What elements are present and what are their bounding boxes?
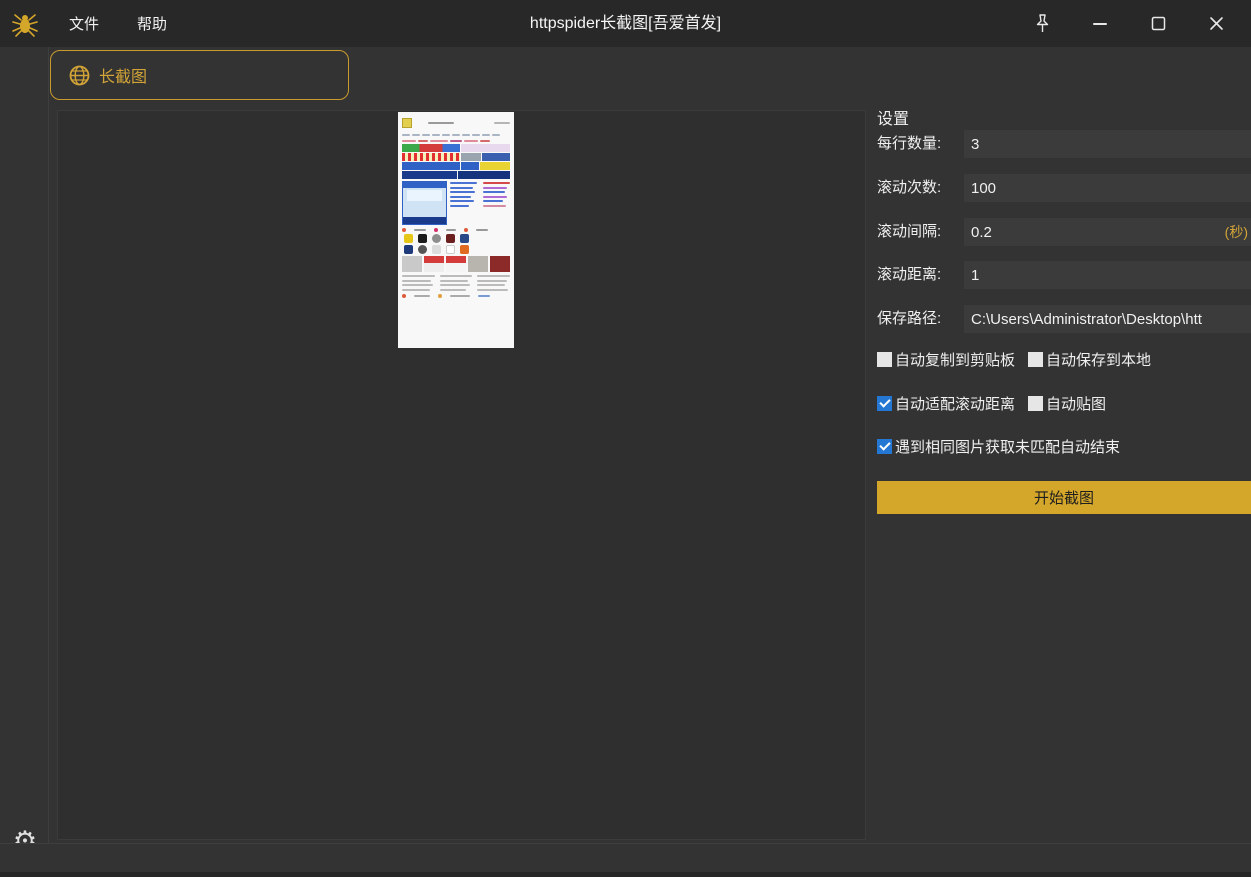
- seconds-unit-label: (秒): [1225, 218, 1248, 246]
- window-controls: [1013, 0, 1245, 47]
- tab-long-screenshot[interactable]: 长截图: [50, 50, 349, 100]
- left-sidebar: ⚙: [0, 47, 49, 843]
- checkbox-box[interactable]: [877, 352, 892, 367]
- checkbox-auto-copy-clipboard[interactable]: 自动复制到剪贴板: [877, 349, 1015, 370]
- thumbnail-navbar: [402, 131, 510, 138]
- thumbnail-footer: [402, 294, 510, 298]
- field-row-scroll-interval: 滚动间隔: (秒): [877, 218, 1251, 246]
- scroll-interval-input[interactable]: [964, 218, 1251, 246]
- checkbox-box[interactable]: [1028, 352, 1043, 367]
- field-row-scroll-count: 滚动次数:: [877, 174, 1251, 202]
- save-path-label: 保存路径:: [877, 305, 941, 333]
- preview-canvas: [57, 110, 866, 840]
- window-bottom-edge: [0, 872, 1251, 877]
- field-row-per-line-count: 每行数量:: [877, 130, 1251, 158]
- checkbox-row-1: 自动复制到剪贴板 自动保存到本地: [877, 350, 1151, 368]
- menu-file[interactable]: 文件: [50, 0, 118, 47]
- pin-button[interactable]: [1013, 0, 1071, 47]
- thumbnail-image-strip: [402, 256, 510, 272]
- globe-icon: [69, 65, 90, 86]
- thumbnail-text-columns: [402, 275, 510, 291]
- per-line-count-label: 每行数量:: [877, 130, 941, 158]
- thumbnail-icon-grid-row1: [404, 234, 510, 243]
- checkbox-auto-fit-scroll-distance[interactable]: 自动适配滚动距离: [877, 393, 1015, 414]
- checkbox-row-2: 自动适配滚动距离 自动贴图: [877, 394, 1106, 412]
- scroll-count-label: 滚动次数:: [877, 174, 941, 202]
- checkbox-auto-save-local[interactable]: 自动保存到本地: [1028, 349, 1151, 370]
- thumbnail-section-headers: [402, 228, 510, 232]
- minimize-button[interactable]: [1071, 0, 1129, 47]
- field-row-scroll-distance: 滚动距离:: [877, 261, 1251, 289]
- checkbox-label: 自动适配滚动距离: [895, 393, 1015, 414]
- menu-help[interactable]: 帮助: [118, 0, 186, 47]
- start-capture-button[interactable]: 开始截图: [877, 481, 1251, 514]
- scroll-count-input[interactable]: [964, 174, 1251, 202]
- app-window: { "titlebar": { "title": "httpspider长截图[…: [0, 0, 1251, 877]
- titlebar: 文件 帮助 httpspider长截图[吾爱首发]: [0, 0, 1251, 47]
- checkbox-label: 自动复制到剪贴板: [895, 349, 1015, 370]
- checkbox-box[interactable]: [1028, 396, 1043, 411]
- save-path-input[interactable]: [964, 305, 1251, 333]
- checkbox-row-3: 遇到相同图片获取未匹配自动结束: [877, 437, 1120, 455]
- pin-icon: [1035, 14, 1050, 33]
- spider-icon: [11, 10, 39, 38]
- thumbnail-banners: [402, 144, 510, 179]
- checkbox-box[interactable]: [877, 396, 892, 411]
- checkbox-auto-paste-image[interactable]: 自动贴图: [1028, 393, 1106, 414]
- scroll-distance-input[interactable]: [964, 261, 1251, 289]
- captured-webpage-thumbnail[interactable]: [398, 112, 514, 348]
- checkbox-label: 自动贴图: [1046, 393, 1106, 414]
- checkbox-label: 自动保存到本地: [1046, 349, 1151, 370]
- thumbnail-header: [402, 116, 510, 129]
- settings-panel: 设置 每行数量: 滚动次数: 滚动间隔: (秒) 滚动距离: 保存路径: 自动复…: [877, 100, 1251, 843]
- thumbnail-logo: [402, 118, 412, 128]
- checkbox-auto-end-on-duplicate[interactable]: 遇到相同图片获取未匹配自动结束: [877, 436, 1120, 457]
- per-line-count-input[interactable]: [964, 130, 1251, 158]
- tab-label: 长截图: [99, 63, 147, 87]
- scroll-interval-label: 滚动间隔:: [877, 218, 941, 246]
- thumbnail-icon-grid-row2: [404, 245, 510, 254]
- checkbox-box[interactable]: [877, 439, 892, 454]
- maximize-button[interactable]: [1129, 0, 1187, 47]
- status-bar: [0, 843, 1251, 872]
- window-title: httpspider长截图[吾爱首发]: [530, 0, 721, 47]
- settings-header: 设置: [877, 105, 909, 129]
- field-row-save-path: 保存路径:: [877, 305, 1251, 333]
- maximize-icon: [1151, 16, 1166, 31]
- scroll-distance-label: 滚动距离:: [877, 261, 941, 289]
- thumbnail-content: [402, 181, 510, 225]
- close-icon: [1209, 16, 1224, 31]
- minimize-icon: [1092, 16, 1108, 32]
- app-spider-icon: [0, 0, 50, 47]
- close-button[interactable]: [1187, 0, 1245, 47]
- checkbox-label: 遇到相同图片获取未匹配自动结束: [895, 436, 1120, 457]
